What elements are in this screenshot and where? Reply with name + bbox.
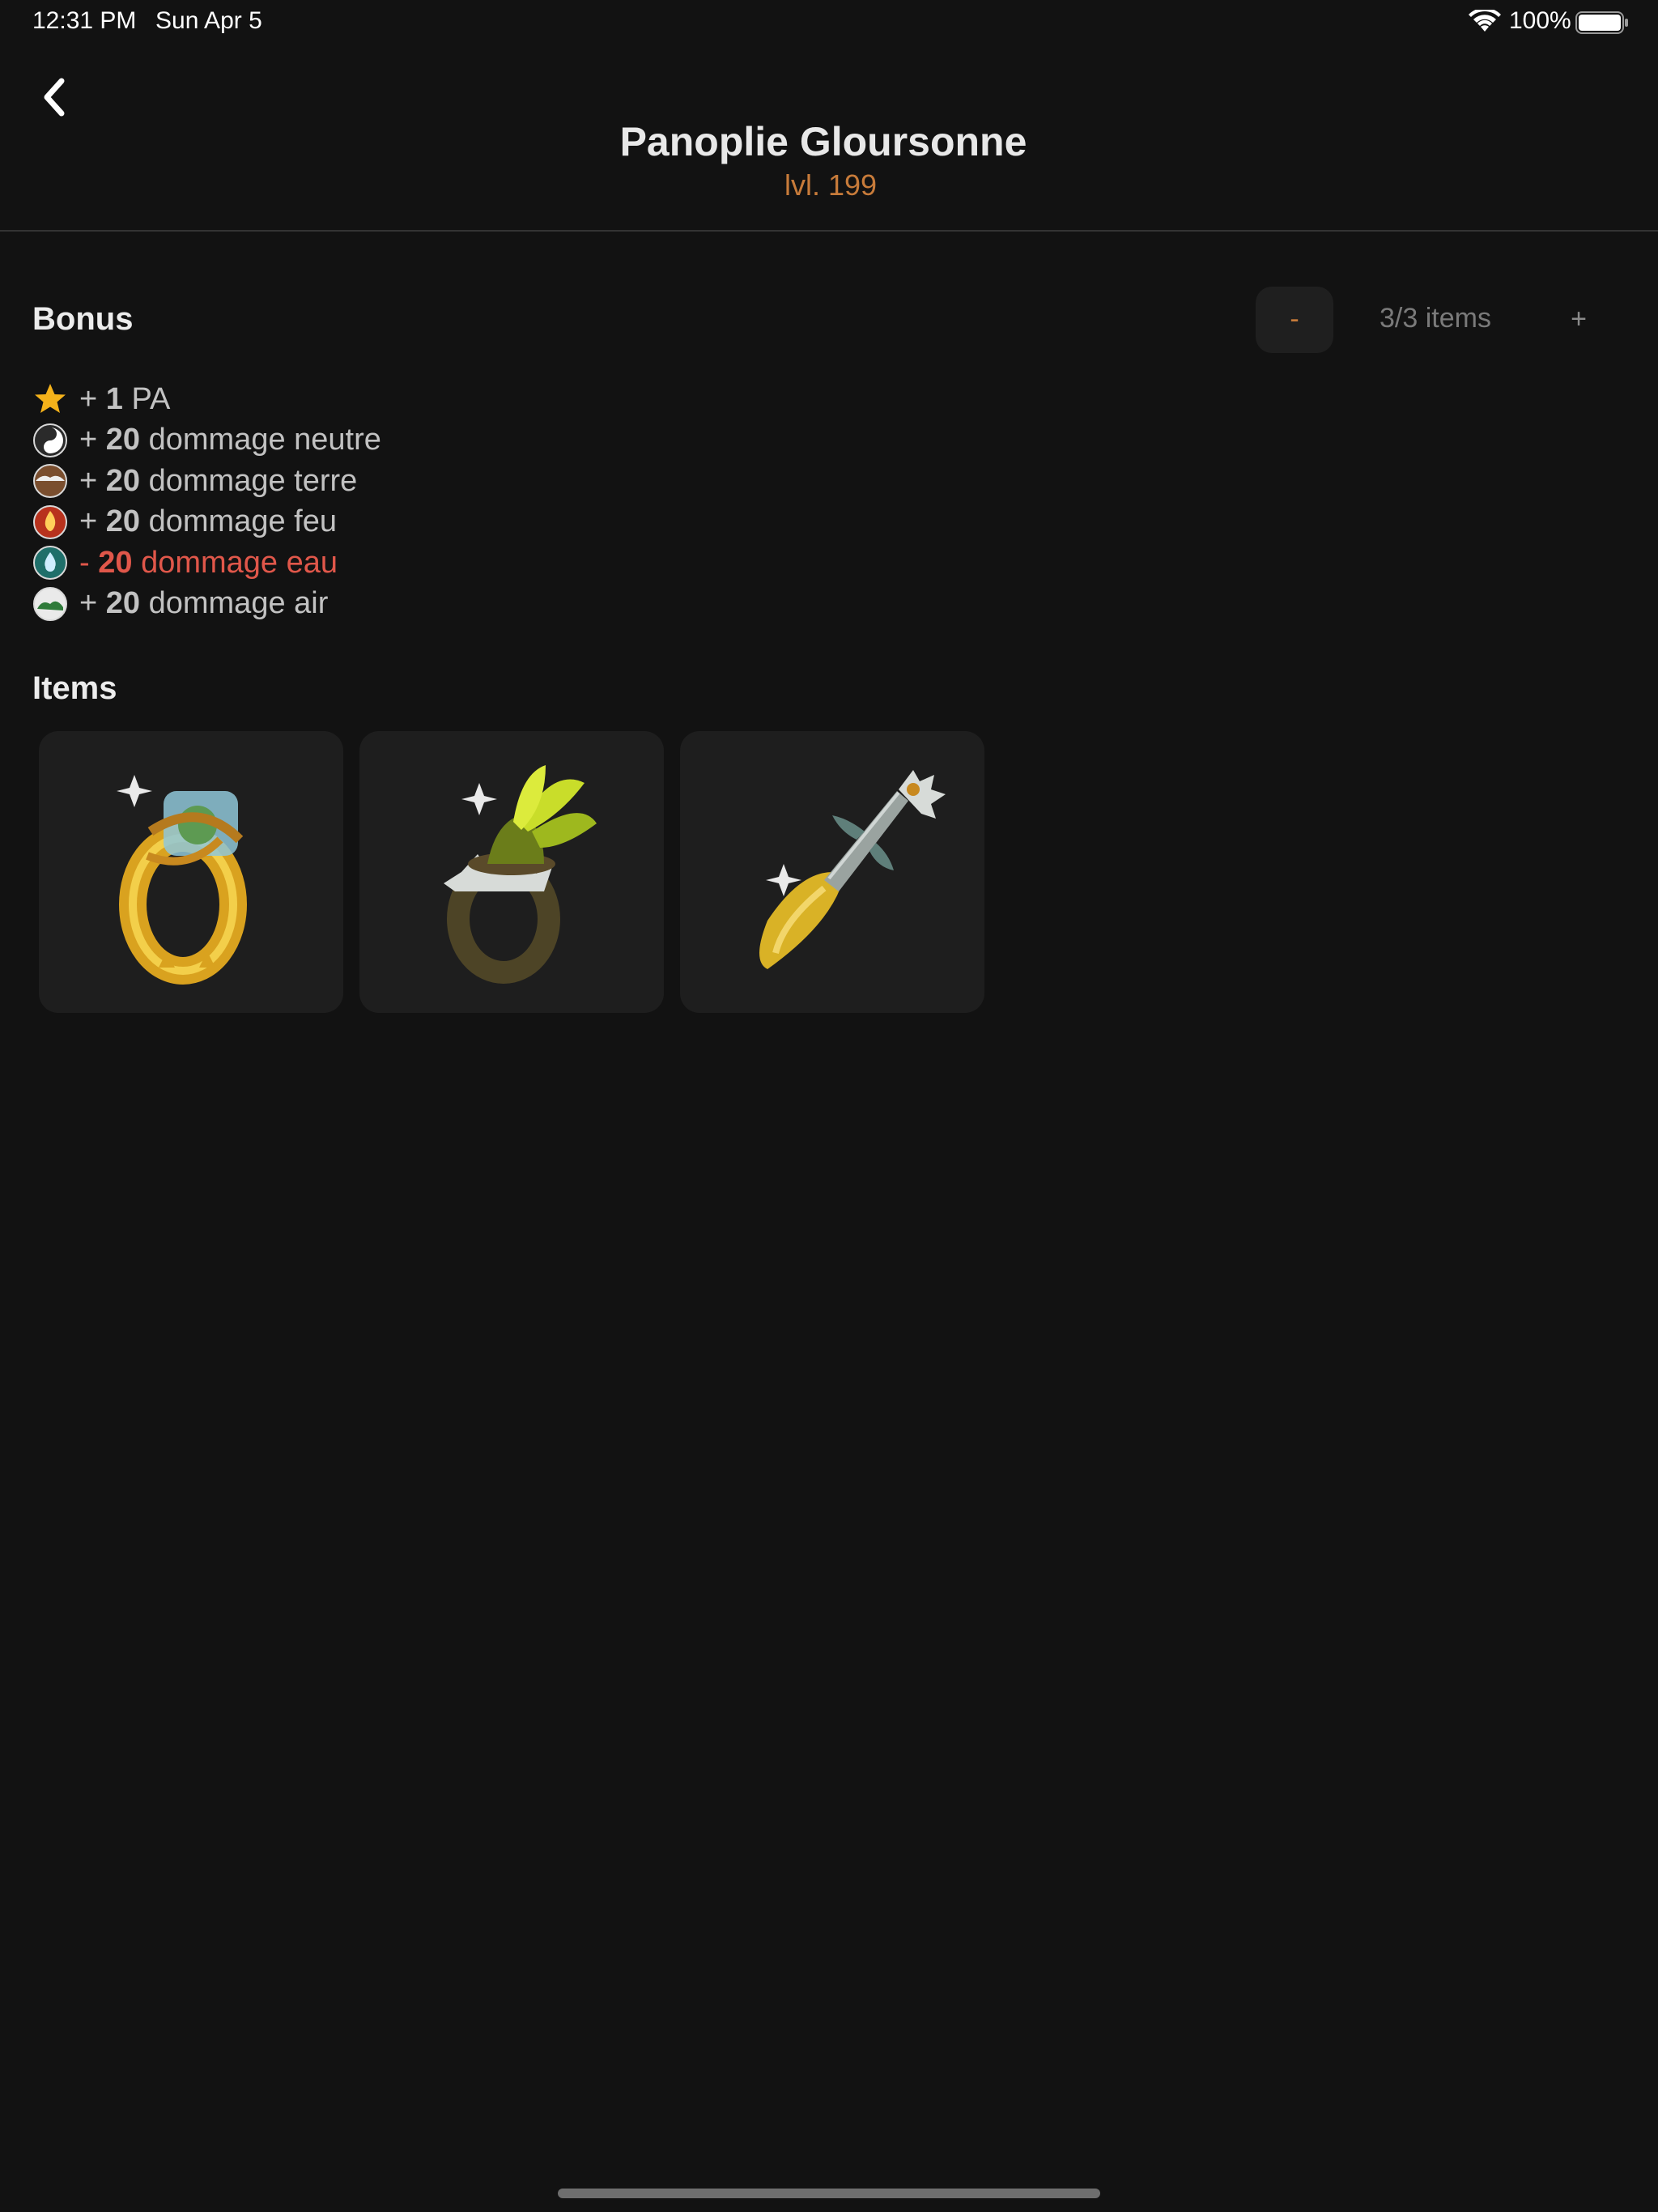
- gold-ring-item-icon: [117, 775, 247, 985]
- bonus-value: 20: [105, 463, 141, 498]
- sword-item-icon: [759, 770, 946, 969]
- status-time: 12:31 PM: [32, 7, 137, 34]
- bonus-sign: -: [79, 545, 90, 580]
- set-detail-screen: 12:31 PM Sun Apr 5 100% Panoplie Glourso…: [0, 0, 1658, 2212]
- bonus-label: dommage neutre: [148, 423, 381, 457]
- bonus-label: dommage terre: [148, 463, 358, 498]
- bonus-label: dommage air: [148, 586, 329, 621]
- bonus-label: PA: [131, 381, 171, 416]
- home-indicator[interactable]: [558, 2189, 1100, 2198]
- decrease-items-button[interactable]: -: [1256, 287, 1333, 353]
- bonus-sign: +: [79, 463, 98, 498]
- wifi-icon: [1469, 10, 1501, 32]
- bonus-sign: +: [79, 381, 98, 416]
- bonus-list: + 1 PA + 20 dommage neutre + 20 dommage …: [32, 379, 381, 624]
- item-card-ring[interactable]: [39, 731, 343, 1013]
- bonus-value: 20: [105, 504, 141, 539]
- fire-element-icon: [33, 504, 67, 539]
- bonus-sign: +: [79, 423, 98, 457]
- bonus-sign: +: [79, 504, 98, 539]
- bonus-row: - 20 dommage eau: [32, 542, 381, 584]
- set-level: lvl. 199: [784, 168, 878, 202]
- feather-ring-item-icon: [444, 765, 597, 984]
- air-element-icon: [33, 586, 67, 621]
- items-count: 3/3 items: [1380, 303, 1491, 334]
- item-card-sword[interactable]: [680, 731, 984, 1013]
- bonus-value: 20: [105, 586, 141, 621]
- items-grid: [39, 731, 984, 1013]
- battery-icon: [1575, 11, 1628, 34]
- bonus-row: + 20 dommage air: [32, 584, 381, 625]
- bonus-label: dommage feu: [148, 504, 337, 539]
- bonus-value: 1: [105, 381, 123, 416]
- bonus-value: 20: [98, 545, 133, 580]
- bonus-row: + 20 dommage terre: [32, 461, 381, 502]
- page-title: Panoplie Gloursonne: [619, 119, 1027, 164]
- status-bar: 12:31 PM Sun Apr 5 100%: [0, 0, 1658, 45]
- bonus-value: 20: [105, 423, 141, 457]
- neutral-element-icon: [33, 423, 67, 457]
- bonus-sign: +: [79, 586, 98, 621]
- bonus-row: + 20 dommage feu: [32, 502, 381, 543]
- bonus-section-title: Bonus: [32, 301, 134, 337]
- bonus-row: + 1 PA: [32, 379, 381, 420]
- bonus-label: dommage eau: [141, 545, 338, 580]
- water-element-icon: [33, 546, 67, 581]
- battery-percentage: 100%: [1509, 7, 1571, 34]
- items-section-title: Items: [32, 670, 117, 706]
- chevron-left-icon: [44, 78, 65, 117]
- earth-element-icon: [33, 464, 67, 499]
- item-card-feather-ring[interactable]: [359, 731, 664, 1013]
- header-divider: [0, 230, 1658, 232]
- status-date: Sun Apr 5: [155, 7, 262, 34]
- star-icon: [35, 384, 66, 414]
- bonus-row: + 20 dommage neutre: [32, 420, 381, 462]
- back-button[interactable]: [36, 71, 74, 123]
- increase-items-button[interactable]: +: [1546, 287, 1611, 353]
